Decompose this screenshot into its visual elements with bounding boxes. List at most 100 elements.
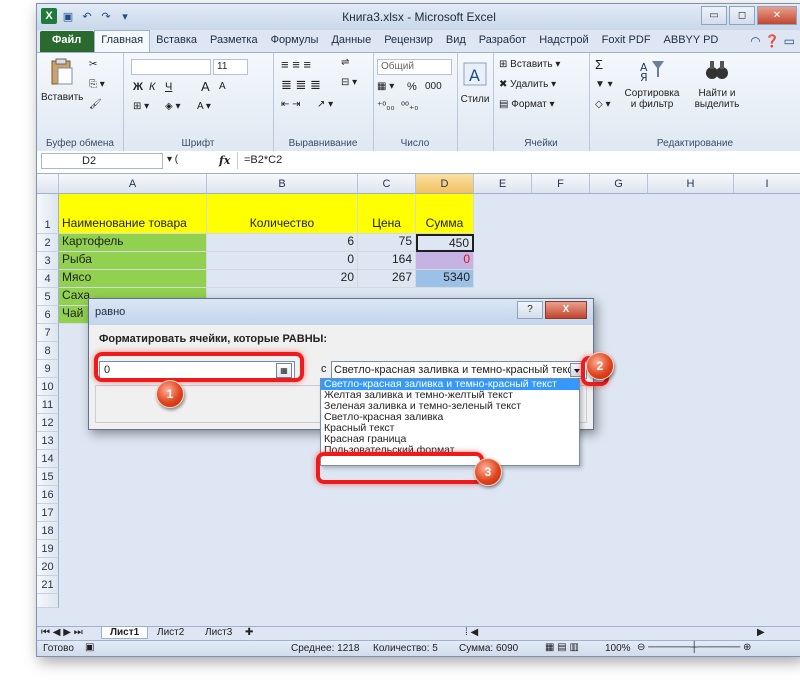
- increase-decimal-button[interactable]: ⁺⁰₀₀: [377, 101, 395, 112]
- zoom-level[interactable]: 100%: [605, 643, 631, 654]
- table-cell[interactable]: 164: [358, 252, 416, 270]
- copy-icon[interactable]: ⎘ ▾: [89, 79, 105, 90]
- tab-abbyy[interactable]: ABBYY PD: [658, 31, 726, 52]
- table-cell[interactable]: Рыба: [59, 252, 207, 270]
- row-header-3[interactable]: 3: [37, 252, 59, 270]
- column-header-d[interactable]: D: [416, 174, 474, 194]
- row-header-10[interactable]: 10: [37, 378, 59, 396]
- cut-icon[interactable]: ✂: [89, 59, 97, 70]
- grow-font-button[interactable]: A: [201, 79, 210, 94]
- fill-icon[interactable]: ▼ ▾: [595, 79, 613, 90]
- table-header-sum[interactable]: Сумма: [416, 194, 474, 234]
- row-header-18[interactable]: 18: [37, 522, 59, 540]
- table-cell[interactable]: 0: [207, 252, 358, 270]
- table-cell[interactable]: 0: [416, 252, 474, 270]
- zoom-slider[interactable]: ⊖ ──────┼────── ⊕: [637, 642, 751, 653]
- table-cell[interactable]: 5340: [416, 270, 474, 288]
- name-box[interactable]: D2: [41, 153, 163, 169]
- row-header-20[interactable]: 20: [37, 558, 59, 576]
- tab-formulas[interactable]: Формулы: [265, 31, 326, 52]
- macro-record-icon[interactable]: ▣: [85, 642, 94, 653]
- column-header-i[interactable]: I: [734, 174, 800, 194]
- column-header-h[interactable]: H: [648, 174, 734, 194]
- sheet-tab-3[interactable]: Лист3: [197, 627, 240, 638]
- row-header-14[interactable]: 14: [37, 450, 59, 468]
- table-cell[interactable]: Мясо: [59, 270, 207, 288]
- font-color-icon[interactable]: A ▾: [197, 101, 211, 112]
- name-box-dropdown-icon[interactable]: ▾ (: [167, 154, 178, 165]
- close-window-button[interactable]: ✕: [757, 6, 797, 25]
- select-all-corner[interactable]: [37, 174, 59, 194]
- row-header-13[interactable]: 13: [37, 432, 59, 450]
- orientation-icon[interactable]: ↗ ▾: [317, 99, 333, 110]
- align-left-icon[interactable]: ≣ ≣ ≣: [281, 77, 321, 93]
- help-icon[interactable]: ❓: [765, 34, 780, 48]
- row-header-9[interactable]: 9: [37, 360, 59, 378]
- tab-page-layout[interactable]: Разметка: [204, 31, 265, 52]
- row-header-12[interactable]: 12: [37, 414, 59, 432]
- row-header-6[interactable]: 6: [37, 306, 59, 324]
- font-name-combo[interactable]: [131, 59, 211, 75]
- merge-center-icon[interactable]: ⊟ ▾: [341, 77, 357, 88]
- active-cell-d2[interactable]: 450: [416, 234, 474, 252]
- table-cell[interactable]: 6: [207, 234, 358, 252]
- borders-icon[interactable]: ⊞ ▾: [133, 101, 149, 112]
- tab-developer[interactable]: Разработ: [473, 31, 533, 52]
- align-top-icon[interactable]: ≡ ≡ ≡: [281, 57, 311, 72]
- table-cell[interactable]: 75: [358, 234, 416, 252]
- table-header-name[interactable]: Наименование товара: [59, 194, 207, 234]
- restore-workbook-icon[interactable]: ▭: [784, 34, 795, 48]
- row-header-4[interactable]: 4: [37, 270, 59, 288]
- dialog-help-button[interactable]: ?: [517, 301, 543, 319]
- row-header-19[interactable]: 19: [37, 540, 59, 558]
- sheet-nav-icon[interactable]: ⏮ ◀ ▶ ⏭: [41, 627, 83, 638]
- tab-file[interactable]: Файл: [40, 31, 95, 52]
- font-size-combo[interactable]: 11: [213, 59, 248, 75]
- column-header-e[interactable]: E: [474, 174, 532, 194]
- table-header-price[interactable]: Цена: [358, 194, 416, 234]
- row-header-21[interactable]: 21: [37, 576, 59, 594]
- tab-view[interactable]: Вид: [440, 31, 473, 52]
- format-cells-button[interactable]: ▤ Формат ▾: [499, 99, 555, 110]
- styles-button[interactable]: A Стили: [459, 59, 491, 105]
- view-buttons[interactable]: ▦ ▤ ▥: [545, 642, 579, 653]
- scroll-right-icon[interactable]: ▶: [757, 627, 765, 638]
- row-header-15[interactable]: 15: [37, 468, 59, 486]
- thousands-button[interactable]: 000: [425, 81, 442, 92]
- currency-icon[interactable]: ▦ ▾: [377, 81, 394, 92]
- bold-button[interactable]: Ж: [133, 81, 143, 93]
- row-header-17[interactable]: 17: [37, 504, 59, 522]
- format-painter-icon[interactable]: 🖌: [89, 99, 102, 110]
- minimize-ribbon-icon[interactable]: ◠: [750, 34, 760, 48]
- horizontal-scrollbar[interactable]: ⁞ ◀: [465, 627, 478, 638]
- table-cell[interactable]: 20: [207, 270, 358, 288]
- row-header-5[interactable]: 5: [37, 288, 59, 306]
- tab-addins[interactable]: Надстрой: [533, 31, 595, 52]
- sort-filter-button[interactable]: AЯ Сортировка и фильтр: [619, 57, 685, 110]
- row-header-1[interactable]: 1: [37, 194, 59, 234]
- tab-home[interactable]: Главная: [94, 30, 151, 52]
- row-header-8[interactable]: 8: [37, 342, 59, 360]
- decrease-decimal-button[interactable]: ⁰⁰₊₀: [401, 101, 418, 112]
- tab-data[interactable]: Данные: [325, 31, 378, 52]
- insert-function-icon[interactable]: fx: [219, 154, 230, 167]
- sheet-tab-1[interactable]: Лист1: [101, 627, 149, 639]
- insert-sheet-icon[interactable]: ✚: [245, 627, 253, 638]
- number-format-combo[interactable]: Общий: [377, 59, 452, 75]
- underline-button[interactable]: Ч: [165, 81, 172, 93]
- table-header-quantity[interactable]: Количество: [207, 194, 358, 234]
- autosum-button[interactable]: Σ: [595, 57, 603, 72]
- wrap-text-icon[interactable]: ⇌: [341, 57, 349, 68]
- column-header-a[interactable]: A: [59, 174, 207, 194]
- sheet-tab-2[interactable]: Лист2: [149, 627, 192, 638]
- minimize-button[interactable]: ▭: [701, 6, 727, 25]
- table-cell[interactable]: 267: [358, 270, 416, 288]
- row-header-16[interactable]: 16: [37, 486, 59, 504]
- italic-button[interactable]: К: [149, 81, 155, 93]
- table-cell[interactable]: Картофель: [59, 234, 207, 252]
- shrink-font-button[interactable]: A: [219, 81, 226, 92]
- tab-review[interactable]: Рецензир: [378, 31, 440, 52]
- insert-cells-button[interactable]: ⊞ Вставить ▾: [499, 59, 560, 70]
- indent-icon[interactable]: ⇤ ⇥: [281, 99, 301, 110]
- row-header-2[interactable]: 2: [37, 234, 59, 252]
